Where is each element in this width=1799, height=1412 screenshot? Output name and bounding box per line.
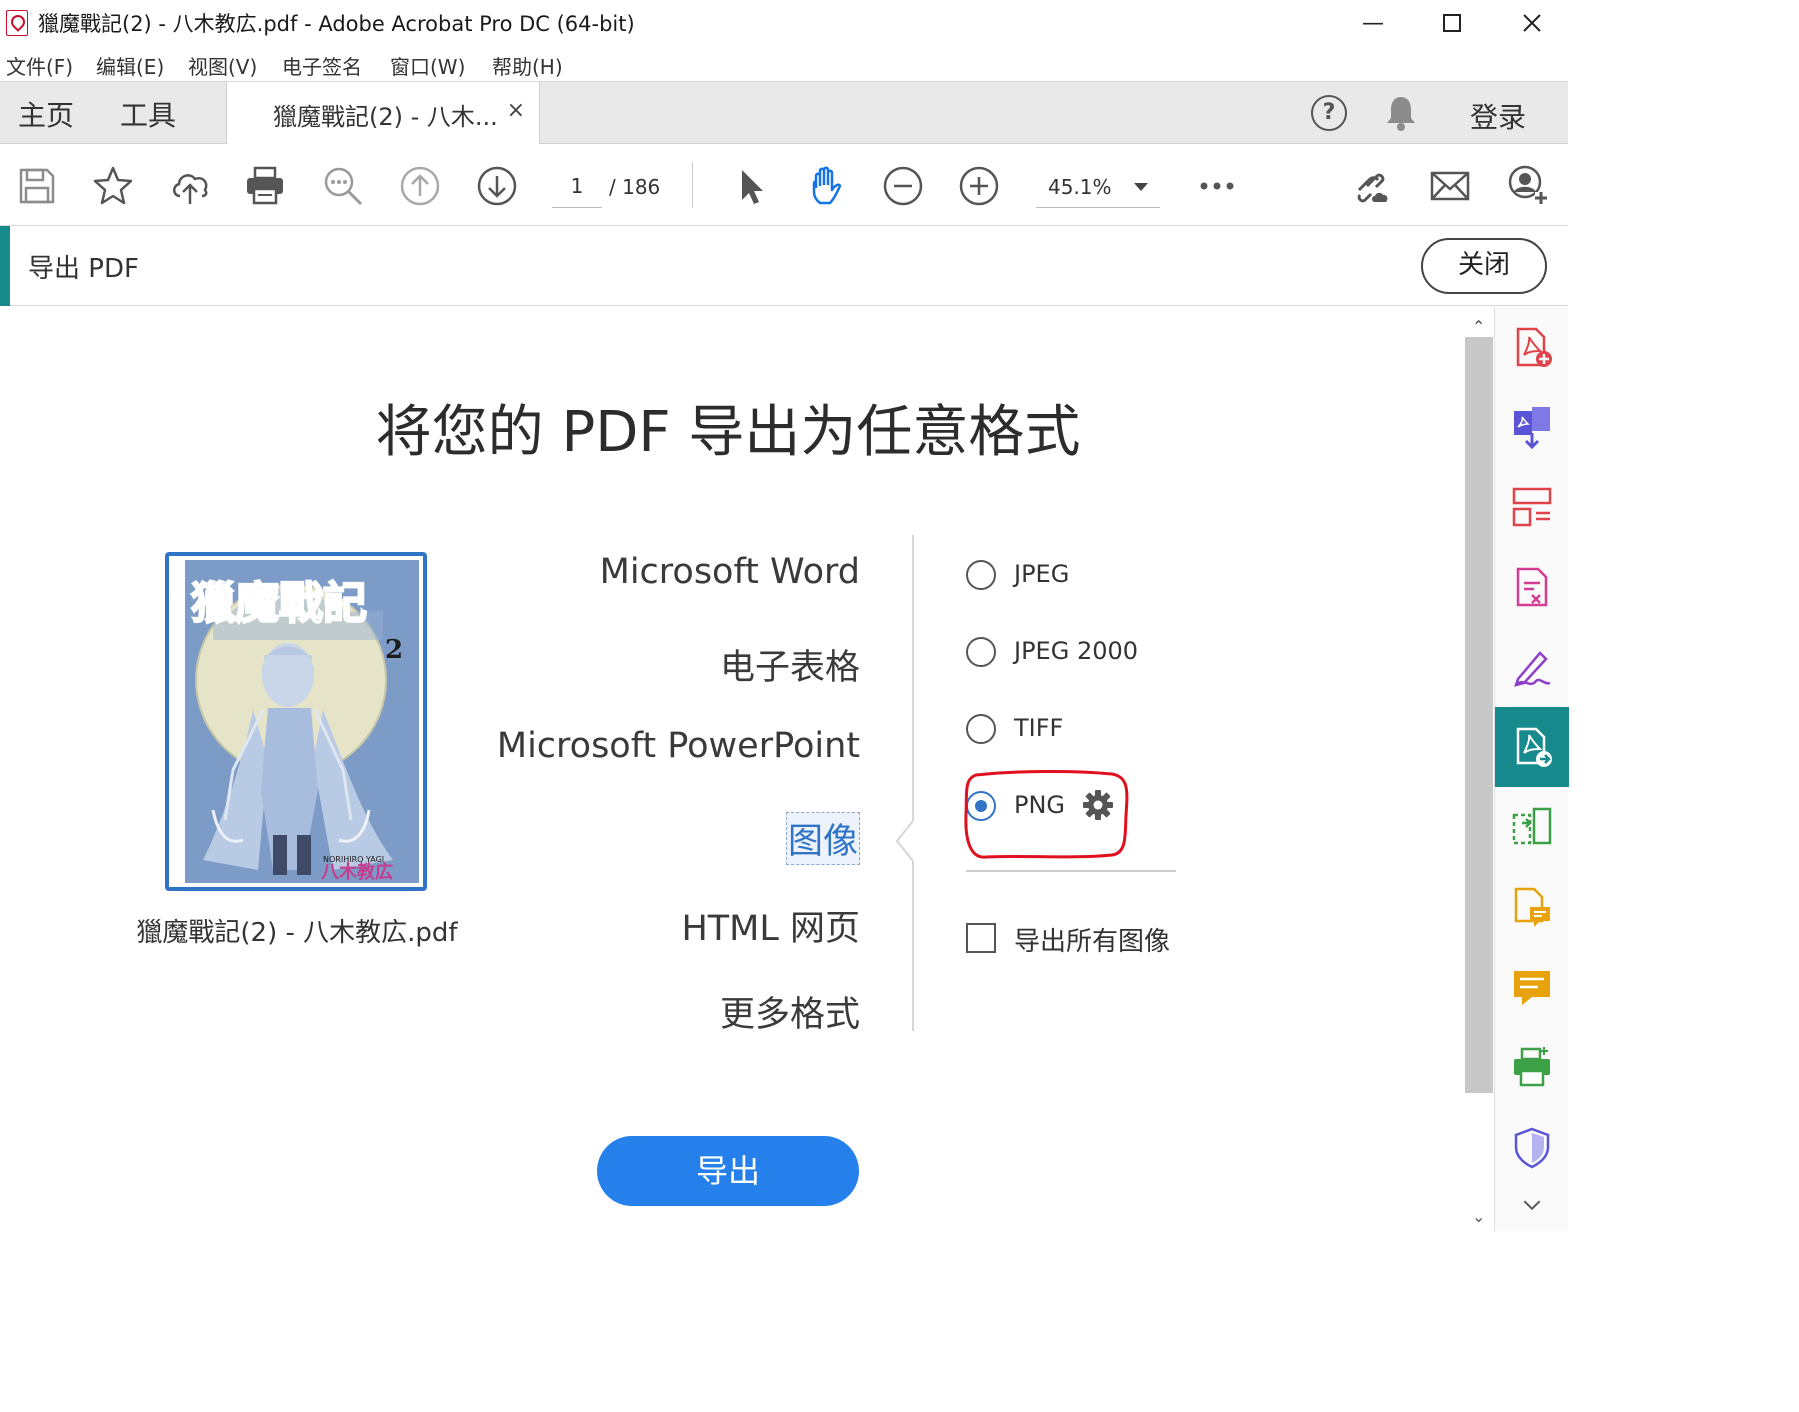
tab-document[interactable]: 獵魔戰記(2) - 八木... × — [226, 82, 540, 145]
select-cursor-icon[interactable] — [728, 164, 772, 208]
jpeg-label: JPEG — [1014, 560, 1070, 588]
notification-bell-icon[interactable] — [1383, 94, 1419, 132]
mail-icon[interactable] — [1428, 164, 1472, 208]
save-icon[interactable] — [15, 164, 59, 208]
print-production-icon[interactable] — [1495, 1027, 1569, 1107]
menu-file[interactable]: 文件(F) — [6, 51, 73, 80]
scrollbar-thumb[interactable] — [1465, 337, 1493, 1093]
export-all-images-label: 导出所有图像 — [1014, 927, 1171, 957]
zoom-dropdown[interactable]: 45.1% — [1036, 170, 1160, 208]
close-panel-button[interactable]: 关闭 — [1421, 238, 1547, 294]
tools-rail — [1494, 307, 1569, 1231]
panel-title: 导出 PDF — [28, 254, 139, 284]
export-content: 将您的 PDF 导出为任意格式 獵魔戰記 2 NORIHIRO YAGI 八木教… — [0, 307, 1464, 1231]
acrobat-pdf-icon — [6, 10, 28, 36]
toolbar-divider — [692, 162, 693, 208]
maximize-icon — [1443, 14, 1461, 32]
format-spreadsheet[interactable]: 电子表格 — [720, 639, 860, 690]
zoom-value: 45.1% — [1048, 175, 1112, 199]
jpeg-radio[interactable] — [966, 560, 996, 590]
sign-in-link[interactable]: 登录 — [1470, 96, 1526, 136]
document-tab-label: 獵魔戰記(2) - 八木... — [273, 103, 498, 131]
format-image[interactable]: 图像 — [785, 812, 860, 865]
format-microsoft-powerpoint[interactable]: Microsoft PowerPoint — [497, 726, 860, 766]
menu-help[interactable]: 帮助(H) — [492, 51, 563, 80]
options-divider — [966, 870, 1176, 872]
zoom-out-icon[interactable] — [881, 164, 925, 208]
page-title: 将您的 PDF 导出为任意格式 — [375, 400, 1081, 465]
export-panel-header: 导出 PDF 关闭 — [0, 226, 1568, 306]
rail-expand-chevron-down-icon[interactable] — [1495, 1179, 1569, 1231]
comment-file-icon[interactable] — [1495, 867, 1569, 947]
menu-view[interactable]: 视图(V) — [188, 51, 257, 80]
minimize-button[interactable]: — — [1337, 0, 1409, 46]
jpeg-2000-label: JPEG 2000 — [1014, 637, 1139, 665]
print-icon[interactable] — [243, 164, 287, 208]
export-all-images-checkbox[interactable] — [966, 923, 996, 953]
page-total: / 186 — [609, 175, 661, 199]
page-down-icon[interactable] — [475, 164, 519, 208]
close-window-button[interactable] — [1496, 0, 1568, 46]
menu-e-signature[interactable]: 电子签名 — [282, 51, 362, 80]
maximize-button[interactable] — [1416, 0, 1488, 46]
menu-edit[interactable]: 编辑(E) — [96, 51, 164, 80]
comment-icon[interactable] — [1495, 947, 1569, 1027]
menu-bar: 文件(F) 编辑(E) 视图(V) 电子签名 窗口(W) 帮助(H) — [0, 46, 1568, 82]
compare-files-icon[interactable] — [1495, 787, 1569, 867]
export-pdf-icon[interactable] — [1495, 707, 1569, 787]
tab-tools[interactable]: 工具 — [120, 94, 176, 134]
panel-accent-bar — [0, 226, 10, 306]
share-user-icon[interactable] — [1505, 164, 1549, 208]
format-html-webpage[interactable]: HTML 网页 — [681, 900, 860, 951]
combine-files-icon[interactable] — [1495, 387, 1569, 467]
scroll-down-icon[interactable]: ⌄ — [1472, 1207, 1485, 1226]
page-up-icon[interactable] — [398, 164, 442, 208]
create-pdf-icon[interactable] — [1495, 307, 1569, 387]
help-icon[interactable]: ? — [1311, 95, 1347, 131]
selection-pointer — [896, 821, 918, 861]
cloud-upload-icon[interactable] — [168, 164, 212, 208]
tab-bar: 主页 工具 獵魔戰記(2) - 八木... × ? 登录 — [0, 82, 1568, 145]
format-more-formats[interactable]: 更多格式 — [720, 986, 860, 1037]
toolbar: 1 / 186 45.1% — [0, 144, 1568, 226]
find-zoom-icon[interactable] — [321, 164, 365, 208]
zoom-in-icon[interactable] — [957, 164, 1001, 208]
share-link-icon[interactable] — [1351, 164, 1395, 208]
cover-title-art: 獵魔戰記 — [191, 578, 367, 629]
page-number-input[interactable]: 1 — [552, 170, 602, 208]
tiff-label: TIFF — [1014, 714, 1064, 742]
export-button[interactable]: 导出 — [597, 1136, 859, 1206]
jpeg-2000-radio[interactable] — [966, 637, 996, 667]
format-divider — [912, 535, 914, 1031]
format-microsoft-word[interactable]: Microsoft Word — [600, 552, 860, 592]
scroll-up-icon[interactable]: ⌃ — [1472, 317, 1485, 336]
fill-sign-icon[interactable] — [1495, 627, 1569, 707]
title-bar: 獵魔戰記(2) - 八木教広.pdf - Adobe Acrobat Pro D… — [0, 0, 1568, 46]
edit-pdf-icon[interactable] — [1495, 547, 1569, 627]
organize-pages-icon[interactable] — [1495, 467, 1569, 547]
window-title: 獵魔戰記(2) - 八木教広.pdf - Adobe Acrobat Pro D… — [38, 12, 635, 36]
vertical-scrollbar[interactable]: ⌃ ⌄ — [1464, 307, 1494, 1231]
chevron-down-icon — [1134, 183, 1148, 191]
more-icon[interactable] — [1195, 164, 1239, 208]
hand-tool-icon[interactable] — [804, 164, 848, 208]
close-tab-button[interactable]: × — [507, 98, 525, 123]
bookmark-star-icon[interactable] — [91, 164, 135, 208]
document-thumbnail: 獵魔戰記 2 NORIHIRO YAGI 八木教広 — [165, 552, 427, 891]
cover-volume-number: 2 — [385, 635, 403, 665]
manga-cover-image: 獵魔戰記 2 NORIHIRO YAGI 八木教広 — [173, 560, 419, 883]
protect-icon[interactable] — [1495, 1107, 1569, 1187]
tiff-radio[interactable] — [966, 714, 996, 744]
close-icon — [1523, 14, 1541, 32]
cover-author: 八木教広 — [321, 861, 393, 883]
file-name: 獵魔戰記(2) - 八木教広.pdf — [136, 918, 458, 948]
red-annotation-ring — [964, 769, 1129, 859]
menu-window[interactable]: 窗口(W) — [390, 51, 465, 80]
tab-home[interactable]: 主页 — [18, 94, 74, 134]
